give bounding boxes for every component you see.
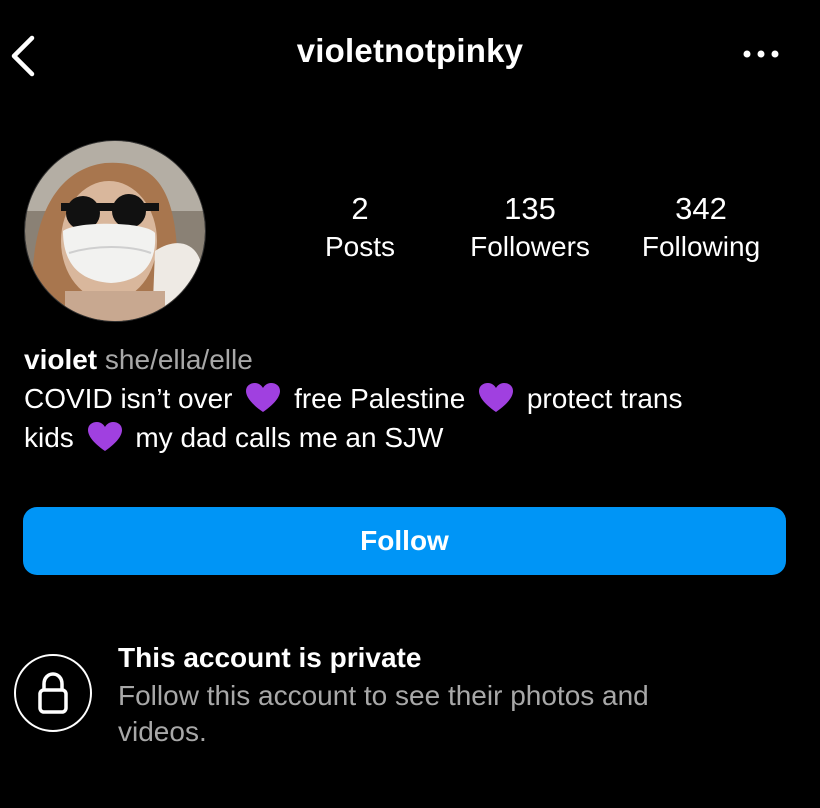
profile-username-title: violetnotpinky: [296, 32, 524, 69]
followers-stat[interactable]: 135 Followers: [455, 190, 605, 266]
profile-bio: violet she/ella/elle COVID isn’t over fr…: [24, 340, 804, 457]
posts-label: Posts: [324, 231, 396, 262]
following-label: Following: [641, 231, 761, 262]
bio-segment: COVID isn’t over: [24, 383, 233, 414]
followers-count: 135: [504, 191, 556, 226]
bio-segment: kids: [24, 422, 74, 453]
followers-label: Followers: [470, 231, 590, 262]
lock-badge: [14, 654, 92, 732]
more-options-button[interactable]: [742, 46, 780, 62]
bio-segment: protect trans: [526, 383, 683, 414]
bio-segment: free Palestine: [294, 383, 466, 414]
bio-text-line-2: kids my dad calls me an SJW: [24, 418, 804, 457]
private-account-subtitle: Follow this account to see their photos …: [118, 680, 649, 747]
bio-segment: my dad calls me an SJW: [135, 422, 444, 453]
bio-name-line: violet she/ella/elle: [24, 340, 804, 379]
following-count: 342: [675, 191, 727, 226]
following-stat[interactable]: 342 Following: [626, 190, 776, 266]
private-account-title: This account is private: [118, 642, 422, 673]
follow-button[interactable]: Follow: [23, 507, 786, 575]
avatar[interactable]: [24, 140, 206, 322]
posts-stat[interactable]: 2 Posts: [310, 190, 410, 266]
lock-icon: [38, 672, 68, 714]
pronouns: she/ella/elle: [104, 344, 253, 375]
display-name: violet: [24, 344, 98, 375]
bio-text-line-1: COVID isn’t over free Palestine protect …: [24, 379, 804, 418]
purple-heart-icon: [246, 383, 281, 412]
more-horizontal-icon: [743, 50, 779, 58]
posts-count: 2: [351, 191, 369, 226]
purple-heart-icon: [87, 422, 122, 451]
profile-photo: [25, 141, 205, 321]
purple-heart-icon: [479, 383, 514, 412]
